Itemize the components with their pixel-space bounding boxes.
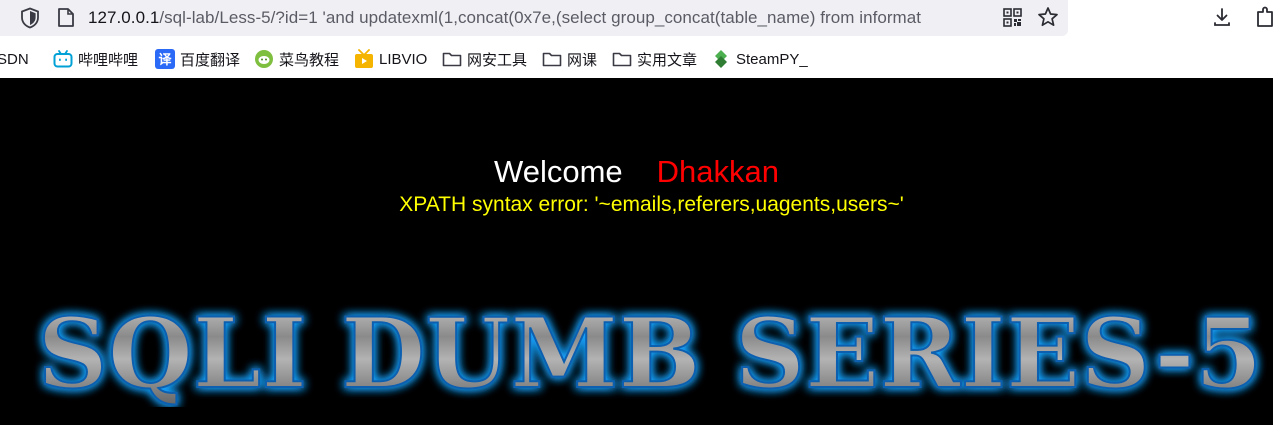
bookmark-folder-tools[interactable]: 网安工具: [442, 45, 527, 73]
welcome-label: Welcome: [494, 154, 623, 189]
bookmark-folder-courses[interactable]: 网课: [542, 45, 597, 73]
bookmark-label: 网课: [567, 51, 598, 69]
bookmark-runoob[interactable]: 菜鸟教程: [254, 45, 339, 73]
bookmark-label: LIBVIO: [379, 50, 428, 68]
download-icon[interactable]: [1211, 6, 1233, 28]
bookmark-libvio[interactable]: LIBVIO: [354, 45, 427, 73]
page-content: Welcome Dhakkan XPATH syntax error: '~ema…: [0, 78, 1273, 425]
bookmark-star-icon[interactable]: [1037, 6, 1059, 28]
bookmark-bilibili[interactable]: 哔哩哔哩: [53, 45, 138, 73]
bookmarks-toolbar: SDN 哔哩哔哩 译 百度翻译 菜鸟教程 LIBVIO 网安工具 网课 实用文章…: [0, 45, 1273, 73]
runoob-icon: [255, 50, 273, 68]
url-host: 127.0.0.1: [88, 8, 160, 27]
welcome-line: Welcome Dhakkan: [0, 153, 1273, 191]
bookmark-csdn[interactable]: SDN: [0, 45, 29, 73]
bookmark-folder-articles[interactable]: 实用文章: [612, 45, 697, 73]
folder-icon: [612, 52, 632, 67]
steampy-icon: [715, 50, 727, 68]
page-icon[interactable]: [57, 7, 75, 28]
browser-chrome: 127.0.0.1/sql-lab/Less-5/?id=1 'and upda…: [0, 0, 1273, 79]
folder-icon: [442, 52, 462, 67]
bookmark-steampy[interactable]: SteamPY_: [711, 45, 808, 73]
bookmark-label: 哔哩哔哩: [78, 51, 139, 69]
bookmark-label: 百度翻译: [180, 51, 241, 69]
shield-icon[interactable]: [20, 7, 40, 29]
url-text[interactable]: 127.0.0.1/sql-lab/Less-5/?id=1 'and upda…: [88, 7, 998, 29]
svg-text:译: 译: [158, 53, 172, 68]
baidu-translate-icon: 译: [155, 49, 175, 69]
address-bar[interactable]: 127.0.0.1/sql-lab/Less-5/?id=1 'and upda…: [0, 0, 1068, 36]
bookmark-label: SteamPY_: [736, 50, 808, 68]
bookmark-label: 网安工具: [467, 51, 528, 69]
extensions-icon[interactable]: [1255, 6, 1273, 28]
bookmark-label: SDN: [0, 50, 29, 68]
bookmark-baidu-translate[interactable]: 译 百度翻译: [155, 45, 240, 73]
folder-icon: [542, 52, 562, 67]
banner-text: SQLI DUMB SERIES-5: [38, 297, 1263, 407]
bookmark-label: 菜鸟教程: [279, 51, 340, 69]
error-message: XPATH syntax error: '~emails,referers,ua…: [399, 193, 904, 216]
url-path: /sql-lab/Less-5/?id=1 'and updatexml(1,c…: [159, 8, 922, 27]
bookmark-label: 实用文章: [637, 51, 698, 69]
bilibili-icon: [53, 50, 73, 68]
libvio-icon: [355, 49, 373, 68]
series-banner-image: SQLI DUMB SERIES-5: [37, 296, 1264, 407]
user-name: Dhakkan: [656, 154, 779, 189]
url-fade: [948, 7, 998, 29]
qr-code-icon[interactable]: [1003, 8, 1022, 27]
